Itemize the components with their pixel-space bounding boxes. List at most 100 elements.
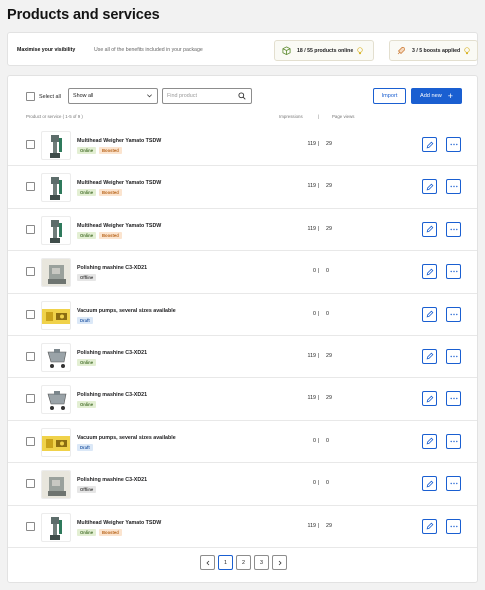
products-online-pill[interactable]: 18 / 55 products online — [274, 40, 374, 61]
edit-button[interactable] — [422, 137, 437, 152]
pagination-prev-button[interactable] — [200, 555, 215, 570]
table-row[interactable]: Polishing mashine C3-XD21 Offline 0 | 0 — [8, 463, 477, 506]
more-options-button[interactable] — [446, 348, 461, 364]
more-options-button[interactable] — [446, 221, 461, 237]
row-checkbox[interactable] — [26, 224, 35, 234]
column-header-product: Product or service ( 1-5 of 9 ) — [26, 114, 83, 119]
edit-button[interactable] — [422, 518, 437, 534]
pagination: 123 — [200, 555, 287, 570]
stat-separator: | — [318, 268, 320, 275]
pagination-next-button[interactable] — [272, 555, 287, 570]
more-options-button[interactable] — [446, 264, 461, 280]
product-name[interactable]: Multihead Weigher Yamato TSDW — [77, 520, 161, 526]
product-name[interactable]: Polishing mashine C3-XD21 — [77, 477, 147, 483]
table-row[interactable]: Multihead Weigher Yamato TSDW Online Boos… — [8, 209, 477, 252]
product-thumbnail[interactable] — [41, 131, 71, 160]
edit-button[interactable] — [422, 179, 437, 195]
product-thumbnail[interactable] — [41, 300, 71, 330]
pencil-icon — [426, 268, 434, 276]
product-name[interactable]: Multihead Weigher Yamato TSDW — [77, 223, 161, 229]
table-row[interactable]: Polishing mashine C3-XD21 Online 119 | 2… — [8, 336, 477, 379]
pencil-icon — [426, 141, 434, 149]
status-badges: Draft — [77, 443, 93, 451]
table-row[interactable]: Vacuum pumps, several sizes available Dr… — [8, 294, 477, 336]
more-options-button[interactable] — [446, 476, 461, 492]
product-thumbnail[interactable] — [41, 427, 71, 457]
status-badges: Online — [77, 358, 97, 366]
table-row[interactable]: Multihead Weigher Yamato TSDW Online Boos… — [8, 506, 477, 548]
chevron-left-icon — [205, 560, 211, 566]
search-icon[interactable] — [238, 92, 246, 102]
status-badge: Draft — [77, 316, 93, 324]
product-name[interactable]: Multihead Weigher Yamato TSDW — [77, 138, 161, 144]
row-checkbox[interactable] — [26, 309, 35, 319]
edit-button[interactable] — [422, 433, 437, 449]
table-row[interactable]: Multihead Weigher Yamato TSDW Online Boos… — [8, 124, 477, 167]
table-row[interactable]: Vacuum pumps, several sizes available Dr… — [8, 421, 477, 464]
impressions-value: 0 — [313, 268, 316, 275]
stat-separator: | — [318, 183, 320, 190]
more-options-button[interactable] — [446, 137, 461, 152]
page-views-value: 29 — [326, 183, 332, 190]
row-checkbox[interactable] — [26, 521, 35, 531]
import-button[interactable]: Import — [373, 88, 406, 104]
row-checkbox[interactable] — [26, 436, 35, 446]
row-checkbox[interactable] — [26, 182, 35, 192]
edit-button[interactable] — [422, 264, 437, 280]
edit-button[interactable] — [422, 306, 437, 322]
status-badge: Boosted — [99, 528, 122, 536]
product-name[interactable]: Polishing mashine C3-XD21 — [77, 350, 147, 356]
status-badges: Draft — [77, 316, 93, 324]
search-input[interactable]: Find product — [162, 88, 252, 104]
more-options-button[interactable] — [446, 306, 461, 322]
product-thumbnail[interactable] — [41, 385, 71, 415]
row-checkbox[interactable] — [26, 267, 35, 277]
pagination-page-button[interactable]: 1 — [218, 555, 233, 570]
product-name[interactable]: Vacuum pumps, several sizes available — [77, 435, 176, 441]
product-thumbnail[interactable] — [41, 215, 71, 245]
product-thumbnail[interactable] — [41, 258, 71, 288]
select-all[interactable]: Select all — [26, 92, 61, 101]
visibility-description: Use all of the benefits included in your… — [94, 47, 203, 53]
more-options-button[interactable] — [446, 179, 461, 195]
product-thumbnail[interactable] — [41, 342, 71, 372]
product-name[interactable]: Multihead Weigher Yamato TSDW — [77, 180, 161, 186]
page-views-value: 29 — [326, 141, 332, 147]
status-badge: Online — [77, 401, 97, 409]
more-options-button[interactable] — [446, 433, 461, 449]
row-checkbox[interactable] — [26, 479, 35, 489]
product-name[interactable]: Polishing mashine C3-XD21 — [77, 265, 147, 271]
impressions-value: 119 — [307, 395, 316, 402]
stat-separator: | — [318, 225, 320, 232]
add-new-label: Add new — [419, 93, 442, 99]
plus-icon: + — [447, 90, 454, 101]
status-badge: Boosted — [99, 147, 122, 154]
status-badge: Offline — [77, 274, 97, 282]
table-row[interactable]: Polishing mashine C3-XD21 Offline 0 | 0 — [8, 251, 477, 294]
more-options-button[interactable] — [446, 391, 461, 407]
product-thumbnail[interactable] — [41, 470, 71, 500]
table-row[interactable]: Multihead Weigher Yamato TSDW Online Boos… — [8, 166, 477, 209]
page-views-value: 29 — [326, 352, 332, 359]
select-all-checkbox[interactable] — [26, 92, 35, 101]
pagination-page-button[interactable]: 3 — [254, 555, 269, 570]
add-new-button[interactable]: Add new + — [411, 88, 462, 104]
status-filter-dropdown[interactable]: Show all — [68, 88, 158, 104]
edit-button[interactable] — [422, 348, 437, 364]
table-row[interactable]: Polishing mashine C3-XD21 Online 119 | 2… — [8, 378, 477, 421]
edit-button[interactable] — [422, 476, 437, 492]
pencil-icon — [426, 480, 434, 488]
edit-button[interactable] — [422, 221, 437, 237]
row-checkbox[interactable] — [26, 394, 35, 404]
product-name[interactable]: Vacuum pumps, several sizes available — [77, 308, 176, 314]
product-name[interactable]: Polishing mashine C3-XD21 — [77, 392, 147, 398]
boosts-applied-pill[interactable]: 3 / 5 boosts applied — [389, 40, 478, 61]
product-thumbnail[interactable] — [41, 512, 71, 542]
row-checkbox[interactable] — [26, 140, 35, 149]
row-checkbox[interactable] — [26, 351, 35, 361]
pagination-page-button[interactable]: 2 — [236, 555, 251, 570]
column-header-impressions: Impressions — [279, 114, 303, 119]
product-thumbnail[interactable] — [41, 173, 71, 203]
edit-button[interactable] — [422, 391, 437, 407]
more-options-button[interactable] — [446, 518, 461, 534]
